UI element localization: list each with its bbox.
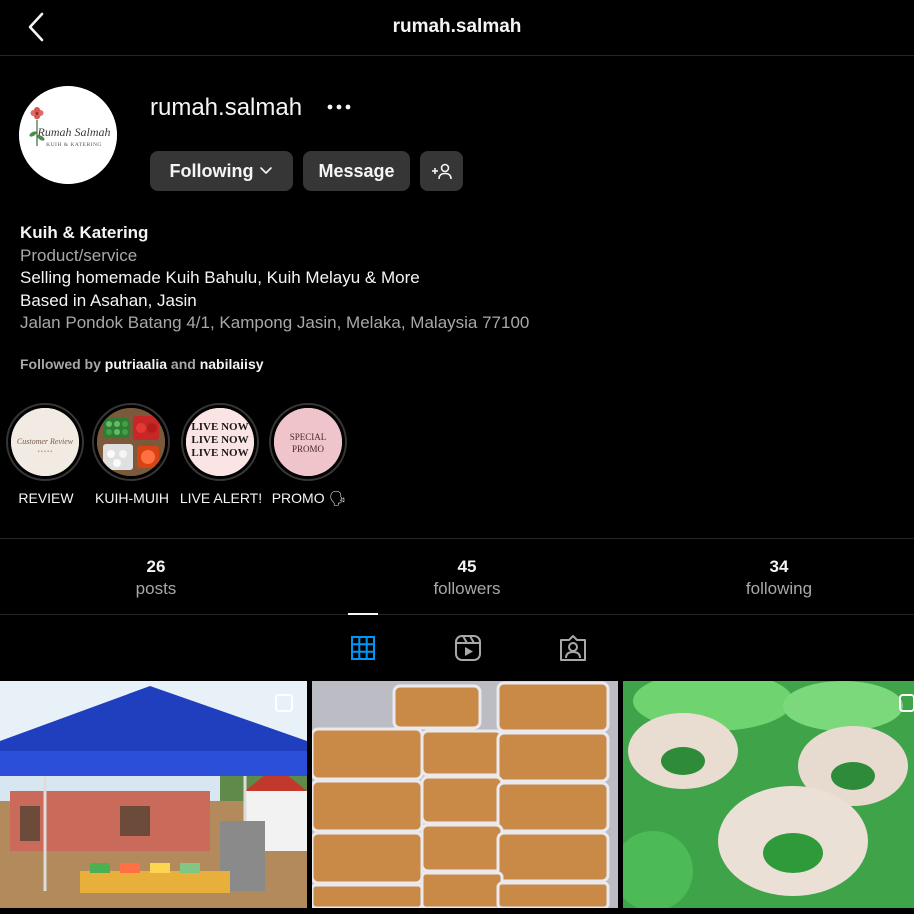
tab-posts-grid[interactable]: [341, 615, 385, 681]
highlight-label: PROMO 🗣: [271, 490, 347, 506]
more-options-icon[interactable]: [322, 92, 356, 122]
bio-line-2: Based in Asahan, Jasin: [20, 290, 197, 310]
profile-bio: Kuih & Katering Product/service Selling …: [20, 222, 900, 335]
profile-stats: 26 posts 45 followers 34 following: [0, 538, 914, 615]
post-kuih-containers[interactable]: [312, 681, 618, 908]
promo-text: PROMO: [292, 444, 325, 454]
followed-by-prefix: Followed by: [20, 356, 101, 372]
bio-name: Kuih & Katering: [20, 223, 149, 242]
stat-posts-value: 26: [146, 557, 166, 576]
highlight-cover: [92, 403, 170, 481]
reels-icon: [455, 635, 481, 661]
bio-line-1: Selling homemade Kuih Bahulu, Kuih Melay…: [20, 268, 420, 287]
stat-followers-value: 45: [457, 557, 477, 576]
page-title: rumah.salmah: [392, 16, 522, 37]
tagged-icon: [560, 635, 586, 661]
highlight-review-cover: Customer Review • • • • •: [11, 408, 79, 476]
svg-text:• • • • •: • • • • •: [38, 449, 53, 455]
stat-posts[interactable]: 26 posts: [56, 557, 256, 599]
stat-following[interactable]: 34 following: [679, 557, 879, 599]
tab-tagged[interactable]: [551, 615, 595, 681]
top-bar: rumah.salmah: [0, 0, 914, 56]
stat-posts-label: posts: [135, 579, 177, 598]
content-tabs: [0, 613, 914, 681]
post-green-kuih[interactable]: [623, 681, 914, 908]
profile-username: rumah.salmah: [150, 94, 303, 121]
message-button-label: Message: [318, 160, 395, 181]
special-text: SPECIAL: [290, 432, 327, 442]
highlight-kuih-muih[interactable]: KUIH-MUIH: [92, 403, 172, 506]
chevron-down-icon: [260, 167, 273, 174]
highlight-live-cover: LIVE NOW LIVE NOW LIVE NOW: [186, 408, 254, 476]
profile-avatar[interactable]: Rumah Salmah KUIH & KATERING: [19, 86, 117, 184]
highlight-cover: LIVE NOW LIVE NOW LIVE NOW: [181, 403, 259, 481]
rumah-salmah-logo: Rumah Salmah KUIH & KATERING: [19, 86, 117, 184]
followed-by[interactable]: Followed by putriaalia and nabilaiisy: [20, 356, 264, 372]
tab-reels[interactable]: [446, 615, 490, 681]
highlight-review-cover-text: Customer Review: [17, 437, 74, 446]
followed-by-joiner: and: [170, 356, 196, 372]
highlight-label: REVIEW: [18, 490, 74, 506]
stat-following-value: 34: [769, 557, 789, 576]
highlight-promo[interactable]: SPECIAL PROMO PROMO 🗣: [269, 403, 349, 506]
grid-icon: [351, 636, 375, 660]
green-kuih-photo: [623, 681, 914, 908]
stat-followers[interactable]: 45 followers: [367, 557, 567, 599]
highlight-label: LIVE ALERT!: [179, 490, 263, 506]
followed-by-user-1[interactable]: putriaalia: [105, 356, 167, 372]
highlight-cover: Customer Review • • • • •: [6, 403, 84, 481]
stat-following-label: following: [745, 579, 813, 598]
kuih-containers-photo: [312, 681, 618, 908]
highlight-live-alert[interactable]: LIVE NOW LIVE NOW LIVE NOW LIVE ALERT!: [180, 403, 262, 506]
stat-followers-label: followers: [433, 579, 501, 598]
add-user-icon: [431, 163, 452, 180]
bio-address[interactable]: Jalan Pondok Batang 4/1, Kampong Jasin, …: [20, 312, 900, 335]
tent-stall-photo: [0, 681, 307, 908]
live-now-text-3: LIVE NOW: [191, 447, 248, 459]
highlight-promo-cover: SPECIAL PROMO: [274, 408, 342, 476]
followed-by-user-2[interactable]: nabilaiisy: [200, 356, 264, 372]
message-button[interactable]: Message: [303, 151, 410, 191]
svg-text:KUIH & KATERING: KUIH & KATERING: [46, 142, 102, 148]
svg-text:Rumah Salmah: Rumah Salmah: [37, 125, 111, 139]
highlight-label: KUIH-MUIH: [95, 490, 169, 506]
following-button[interactable]: Following: [150, 151, 293, 191]
following-button-label: Following: [169, 160, 254, 181]
bio-category: Product/service: [20, 245, 138, 265]
live-now-text-1: LIVE NOW: [191, 421, 248, 433]
kuih-photo: [97, 408, 165, 476]
post-tent-stall[interactable]: [0, 681, 307, 908]
highlight-review[interactable]: Customer Review • • • • • REVIEW: [6, 403, 86, 506]
highlight-cover: SPECIAL PROMO: [269, 403, 347, 481]
live-now-text-2: LIVE NOW: [191, 434, 248, 446]
add-user-button[interactable]: [420, 151, 463, 191]
